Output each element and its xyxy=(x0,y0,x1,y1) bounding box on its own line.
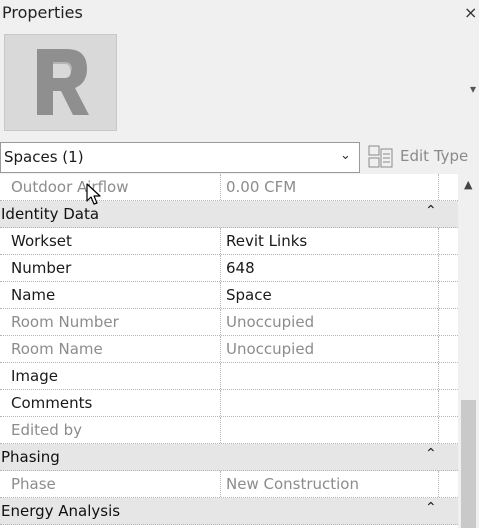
property-value: Unoccupied xyxy=(226,313,315,331)
type-selector-dropdown[interactable]: Spaces (1) ⌄ xyxy=(0,142,360,173)
scroll-up-arrow-icon[interactable]: ▲ xyxy=(464,178,472,191)
group-header-identity-data[interactable]: Identity Data ⌃ xyxy=(0,201,458,228)
property-value: 648 xyxy=(226,259,255,277)
close-icon[interactable]: × xyxy=(464,3,477,22)
type-preview-area: ▾ xyxy=(0,30,479,142)
property-value: Revit Links xyxy=(226,232,308,250)
property-row-room-number[interactable]: Room Number Unoccupied xyxy=(0,309,458,336)
property-label: Phase xyxy=(11,475,56,493)
group-label: Phasing xyxy=(1,448,60,466)
group-label: Energy Analysis xyxy=(1,502,121,520)
property-label: Room Name xyxy=(11,340,103,358)
property-value: 0.00 CFM xyxy=(226,178,297,196)
property-value: Space xyxy=(226,286,272,304)
property-value: New Construction xyxy=(226,475,359,493)
property-label: Room Number xyxy=(11,313,119,331)
group-header-phasing[interactable]: Phasing ⌃ xyxy=(0,444,458,471)
property-row-name[interactable]: Name Space xyxy=(0,282,458,309)
collapse-icon[interactable]: ⌃ xyxy=(425,446,437,462)
property-value: Unoccupied xyxy=(226,340,315,358)
property-row-room-name[interactable]: Room Name Unoccupied xyxy=(0,336,458,363)
collapse-icon[interactable]: ⌃ xyxy=(425,500,437,516)
property-label: Outdoor Airflow xyxy=(11,178,129,196)
chevron-down-icon: ⌄ xyxy=(340,148,351,163)
property-label: Number xyxy=(11,259,72,277)
property-label: Edited by xyxy=(11,421,82,439)
property-row-edited-by[interactable]: Edited by xyxy=(0,417,458,444)
collapse-icon[interactable]: ⌃ xyxy=(425,203,437,219)
property-row-comments[interactable]: Comments xyxy=(0,390,458,417)
property-row-image[interactable]: Image xyxy=(0,363,458,390)
edit-type-icon xyxy=(368,145,393,168)
mouse-cursor-icon xyxy=(86,183,101,205)
properties-grid: Outdoor Airflow 0.00 CFM Identity Data ⌃… xyxy=(0,174,458,528)
property-row-outdoor-airflow[interactable]: Outdoor Airflow 0.00 CFM xyxy=(0,174,458,201)
property-label: Image xyxy=(11,367,58,385)
properties-titlebar: Properties × xyxy=(0,0,479,30)
type-selector-value: Spaces (1) xyxy=(4,148,84,166)
property-row-workset[interactable]: Workset Revit Links xyxy=(0,228,458,255)
revit-logo xyxy=(4,34,117,131)
group-header-energy-analysis[interactable]: Energy Analysis ⌃ xyxy=(0,498,458,525)
property-label: Name xyxy=(11,286,56,304)
property-label: Comments xyxy=(11,394,93,412)
vertical-scrollbar[interactable]: ▲ xyxy=(458,174,479,528)
scroll-thumb[interactable] xyxy=(461,400,476,528)
edit-type-label: Edit Type xyxy=(400,147,469,165)
property-row-phase[interactable]: Phase New Construction xyxy=(0,471,458,498)
chevron-down-icon[interactable]: ▾ xyxy=(470,82,476,96)
property-row-number[interactable]: Number 648 xyxy=(0,255,458,282)
panel-title: Properties xyxy=(2,3,83,22)
group-label: Identity Data xyxy=(1,205,100,223)
property-label: Workset xyxy=(11,232,72,250)
